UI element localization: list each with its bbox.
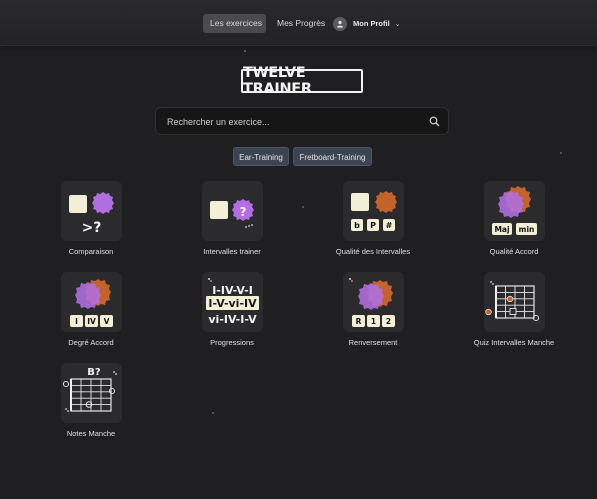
exercise-tile: R 1 2	[343, 272, 404, 332]
interval-icon: ?	[210, 199, 254, 228]
exercise-card-comparaison[interactable]: >? Comparaison	[31, 181, 151, 263]
svg-text:V: V	[104, 317, 110, 326]
card-glyph: >?	[82, 220, 102, 236]
exercise-tile: I-IV-V-I I-V-vi-IV vi-IV-I-V	[202, 272, 263, 332]
nav-exercises-tab[interactable]: Les exercices	[203, 14, 266, 33]
background-speck	[212, 412, 214, 414]
exercise-card-progressions[interactable]: I-IV-V-I I-V-vi-IV vi-IV-I-V Progression…	[172, 272, 292, 354]
exercise-name: Qualité Accord	[489, 247, 539, 256]
background-speck	[302, 206, 304, 208]
exercise-name: Intervalles trainer	[203, 247, 261, 256]
exercise-tile: ?	[202, 181, 263, 241]
background-speck	[244, 50, 246, 52]
interval-quality-icon: b P #	[351, 191, 397, 231]
svg-text:I-V-vi-IV: I-V-vi-IV	[208, 297, 257, 310]
exercise-name: Comparaison	[68, 247, 114, 256]
fretboard-notes-icon: B?	[62, 367, 117, 412]
exercise-tile: I IV V	[61, 272, 122, 332]
progression-icon: I-IV-V-I I-V-vi-IV vi-IV-I-V	[206, 278, 259, 326]
svg-text:b: b	[354, 221, 360, 230]
svg-text:P: P	[370, 221, 376, 230]
svg-text:min: min	[519, 225, 535, 234]
svg-text:B?: B?	[87, 367, 101, 378]
nav-progress-tab[interactable]: Mes Progrès	[270, 14, 332, 33]
search-box	[155, 107, 449, 135]
exercise-name: Progressions	[210, 338, 254, 347]
background-speck	[560, 152, 562, 154]
svg-text:I: I	[75, 317, 78, 326]
exercise-card-qualite-accord[interactable]: Maj min Qualité Accord	[454, 181, 574, 263]
exercise-name: Degré Accord	[68, 338, 114, 347]
svg-text:Maj: Maj	[494, 225, 509, 234]
card-glyph: ?	[240, 205, 247, 219]
exercise-card-notes-manche[interactable]: B? Notes Manche	[31, 363, 151, 445]
exercise-name: Qualité des Intervalles	[335, 247, 411, 256]
top-navbar: Les exercices Mes Progrès Mon Profil ⌄	[0, 0, 597, 46]
app-logo: TWELVE TRAINER	[241, 65, 363, 97]
svg-text:#: #	[386, 221, 393, 230]
chord-degree-icon: I IV V	[70, 279, 113, 327]
chord-quality-icon: Maj min	[492, 186, 537, 235]
filter-ear-training[interactable]: Ear-Training	[233, 147, 289, 166]
svg-text:IV: IV	[87, 317, 96, 326]
exercise-name: Notes Manche	[66, 429, 116, 438]
search-input[interactable]	[167, 114, 417, 130]
profile-menu[interactable]: Mon Profil ⌄	[333, 16, 401, 31]
svg-text:2: 2	[386, 317, 391, 326]
comparison-icon: >?	[69, 192, 114, 236]
exercise-name: Renversement	[348, 338, 398, 347]
exercise-tile: b P #	[343, 181, 404, 241]
svg-text:R: R	[356, 317, 362, 326]
chevron-down-icon: ⌄	[394, 20, 401, 28]
exercise-name: Quiz Intervalles Manche	[473, 338, 555, 347]
exercise-tile: Maj min	[484, 181, 545, 241]
svg-text:1: 1	[371, 317, 376, 326]
exercise-tile: >?	[61, 181, 122, 241]
svg-text:I-IV-V-I: I-IV-V-I	[212, 284, 253, 297]
exercise-card-intervalles-trainer[interactable]: ? Intervalles trainer	[172, 181, 292, 263]
exercise-tile	[484, 272, 545, 332]
exercise-card-quiz-intervalles-manche[interactable]: Quiz Intervalles Manche	[454, 272, 574, 354]
svg-text:vi-IV-I-V: vi-IV-I-V	[208, 313, 257, 326]
profile-label: Mon Profil	[353, 19, 390, 28]
search-icon[interactable]	[429, 116, 440, 127]
exercise-tile: B?	[61, 363, 122, 423]
logo-text: TWELVE TRAINER	[243, 65, 312, 97]
exercise-card-qualite-intervalles[interactable]: b P # Qualité des Intervalles	[313, 181, 433, 263]
fretboard-icon	[485, 281, 540, 322]
filter-fretboard-training[interactable]: Fretboard-Training	[293, 147, 372, 166]
exercise-card-renversement[interactable]: R 1 2 Renversement	[313, 272, 433, 354]
user-icon	[333, 16, 347, 31]
inversion-icon: R 1 2	[349, 278, 395, 327]
exercise-card-degre-accord[interactable]: I IV V Degré Accord	[31, 272, 151, 354]
